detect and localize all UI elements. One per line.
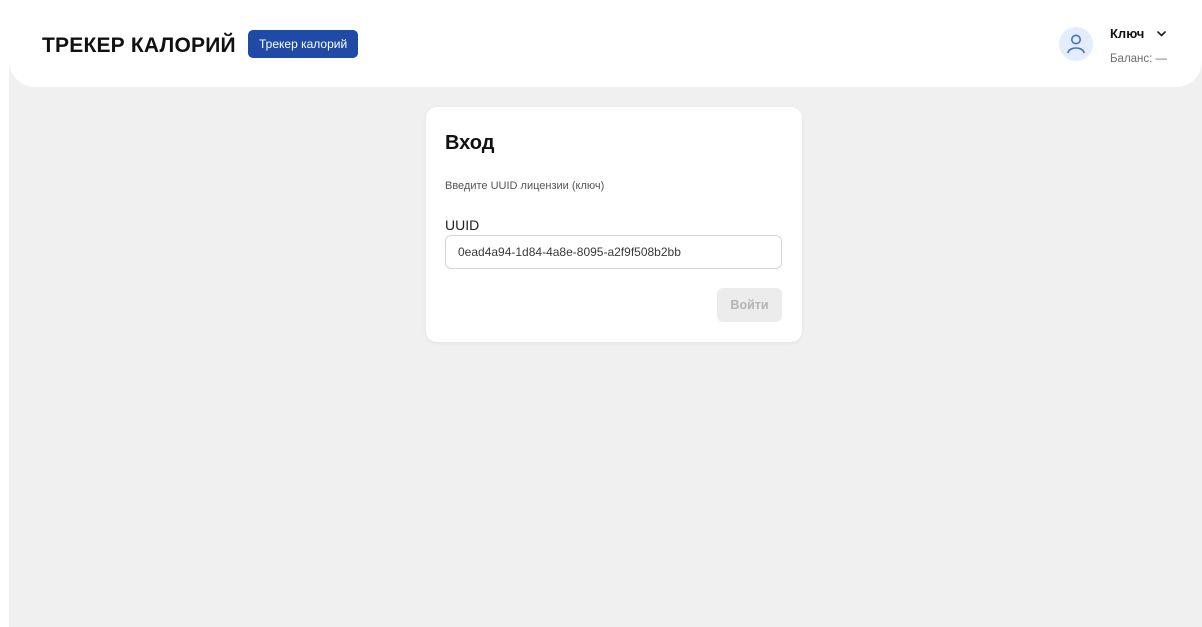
- brand-title: ТРЕКЕР КАЛОРИЙ: [42, 34, 236, 57]
- login-subtitle: Введите UUID лицензии (ключ): [445, 180, 605, 192]
- balance-text: Баланс: —: [1110, 53, 1168, 65]
- chevron-down-icon: [1157, 24, 1166, 42]
- login-card: Вход Введите UUID лицензии (ключ) UUID В…: [426, 107, 802, 342]
- user-icon: [1067, 34, 1085, 54]
- login-button[interactable]: Войти: [717, 288, 782, 322]
- app-header: ТРЕКЕР КАЛОРИЙ Трекер калорий Ключ Балан…: [9, 0, 1202, 87]
- user-menu-toggle[interactable]: Ключ: [1110, 24, 1166, 43]
- uuid-input[interactable]: [445, 235, 782, 269]
- uuid-label: UUID: [445, 217, 480, 233]
- calorie-tracker-nav-button[interactable]: Трекер калорий: [248, 30, 359, 58]
- login-title: Вход: [445, 132, 495, 154]
- user-name: Ключ: [1110, 26, 1145, 41]
- avatar[interactable]: [1059, 27, 1093, 61]
